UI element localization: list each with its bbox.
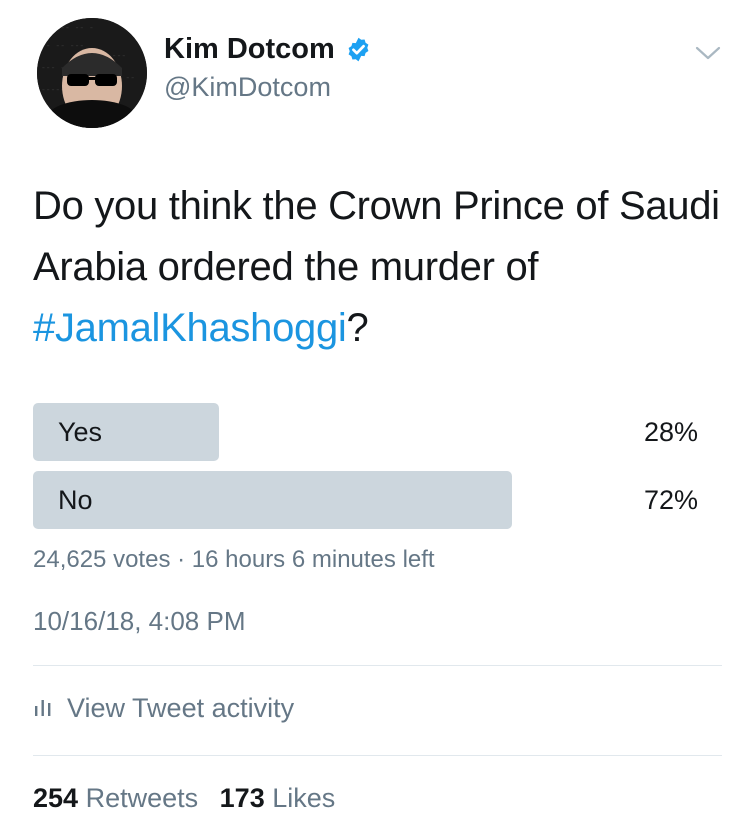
retweets-stat[interactable]: 254 Retweets	[33, 783, 198, 813]
poll-option-percent: 28%	[643, 417, 698, 447]
author-handle[interactable]: @KimDotcom	[164, 72, 331, 103]
poll-meta: 24,625 votes · 16 hours 6 minutes left	[33, 546, 435, 574]
avatar[interactable]: -- --- -- - -- -- --- ---- --- -- -- -- …	[37, 18, 147, 128]
poll-option-label: Yes	[58, 417, 103, 447]
view-tweet-activity-label: View Tweet activity	[67, 693, 295, 723]
tweet-text-body: Do you think the Crown Prince of Saudi A…	[33, 184, 720, 289]
svg-text:-- -- ---: -- -- ---	[41, 42, 84, 51]
poll-option-label: No	[58, 485, 93, 515]
poll-option-percent: 72%	[643, 485, 698, 515]
profile-photo-icon: -- --- -- - -- -- --- ---- --- -- -- -- …	[37, 18, 147, 128]
likes-stat[interactable]: 173 Likes	[220, 783, 336, 813]
poll-separator: ·	[177, 546, 186, 573]
poll-time-left: 16 hours 6 minutes left	[191, 546, 435, 573]
chevron-down-icon[interactable]	[694, 44, 722, 62]
poll-votes: 24,625 votes	[33, 546, 171, 573]
bar-chart-icon	[33, 694, 53, 723]
likes-label: Likes	[272, 783, 336, 813]
svg-text:-- --- -- -: -- --- -- -	[41, 24, 94, 33]
retweets-count: 254	[33, 783, 79, 813]
author-name[interactable]: Kim Dotcom	[164, 33, 335, 66]
poll-bar-no	[33, 471, 512, 529]
divider	[33, 755, 722, 756]
hashtag-link[interactable]: #JamalKhashoggi	[33, 306, 347, 350]
tweet-text-end: ?	[346, 306, 369, 350]
poll-option-yes: Yes 28%	[33, 403, 698, 461]
tweet-text: Do you think the Crown Prince of Saudi A…	[33, 176, 723, 359]
verified-badge-icon	[345, 36, 372, 63]
view-tweet-activity-link[interactable]: View Tweet activity	[33, 693, 294, 724]
likes-count: 173	[219, 783, 265, 813]
retweets-label: Retweets	[85, 783, 199, 813]
tweet-timestamp[interactable]: 10/16/18, 4:08 PM	[33, 606, 245, 637]
divider	[33, 665, 722, 666]
engagement-stats: 254 Retweets 173 Likes	[33, 783, 349, 814]
poll-option-no: No 72%	[33, 471, 698, 529]
